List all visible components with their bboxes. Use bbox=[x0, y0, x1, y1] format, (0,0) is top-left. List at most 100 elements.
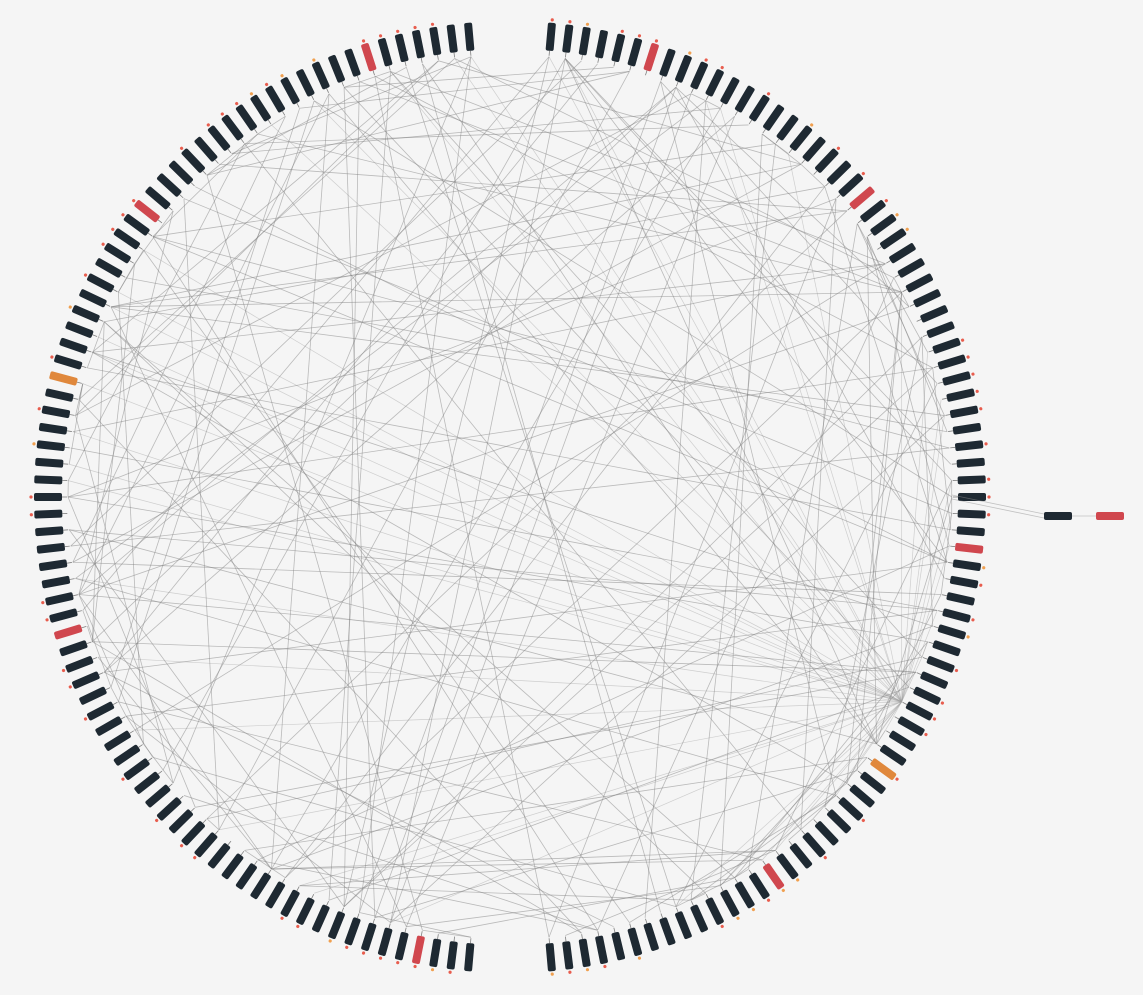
graph-node[interactable] bbox=[610, 29, 627, 67]
graph-node[interactable] bbox=[310, 57, 333, 95]
graph-node[interactable] bbox=[45, 388, 79, 403]
graph-node[interactable] bbox=[953, 475, 991, 484]
graph-node[interactable] bbox=[927, 336, 965, 356]
graph-node[interactable] bbox=[44, 607, 82, 624]
graph-node[interactable] bbox=[59, 638, 93, 656]
graph-node[interactable] bbox=[446, 936, 459, 974]
graph-node[interactable] bbox=[296, 68, 318, 101]
graph-node[interactable] bbox=[411, 930, 426, 968]
graph-node[interactable] bbox=[36, 542, 70, 554]
graph-node[interactable] bbox=[376, 33, 394, 71]
graph-node[interactable] bbox=[657, 912, 676, 946]
graph-node[interactable] bbox=[393, 927, 410, 965]
graph-node[interactable] bbox=[594, 30, 608, 64]
graph-node[interactable] bbox=[893, 257, 926, 280]
graph-node[interactable] bbox=[393, 29, 410, 67]
graph-node[interactable] bbox=[717, 76, 740, 109]
graph-node[interactable] bbox=[673, 906, 693, 940]
graph-node[interactable] bbox=[37, 405, 75, 420]
graph-node[interactable] bbox=[35, 526, 69, 536]
graph-node[interactable] bbox=[927, 638, 961, 656]
graph-node[interactable] bbox=[67, 669, 105, 691]
graph-node[interactable] bbox=[41, 575, 75, 589]
graph-node[interactable] bbox=[945, 405, 983, 420]
graph-node[interactable] bbox=[79, 684, 112, 705]
graph-node[interactable] bbox=[61, 654, 99, 675]
graph-node[interactable] bbox=[359, 918, 378, 956]
graph-node[interactable] bbox=[901, 273, 934, 295]
graph-node[interactable] bbox=[951, 526, 985, 536]
graph-node[interactable] bbox=[948, 423, 982, 436]
graph-node[interactable] bbox=[67, 303, 105, 325]
graph-node[interactable] bbox=[545, 938, 556, 976]
graph-node[interactable] bbox=[344, 48, 363, 82]
graph-node[interactable] bbox=[921, 321, 955, 340]
graph-node[interactable] bbox=[673, 50, 695, 88]
graph-node[interactable] bbox=[951, 458, 985, 468]
graph-node[interactable] bbox=[39, 423, 73, 436]
graph-node[interactable] bbox=[311, 900, 332, 933]
graph-node[interactable] bbox=[95, 257, 128, 280]
graph-node[interactable] bbox=[578, 22, 592, 60]
graph-node[interactable] bbox=[49, 353, 87, 372]
graph-node[interactable] bbox=[657, 48, 676, 82]
graph-node[interactable] bbox=[915, 305, 948, 325]
graph-node[interactable] bbox=[30, 509, 68, 518]
graph-node[interactable] bbox=[953, 509, 991, 518]
graph-node[interactable] bbox=[34, 475, 67, 484]
graph-node[interactable] bbox=[937, 370, 975, 387]
outlier-node-a[interactable] bbox=[1044, 512, 1072, 520]
graph-node[interactable] bbox=[561, 20, 574, 58]
graph-node[interactable] bbox=[326, 906, 348, 944]
graph-node[interactable] bbox=[59, 337, 93, 355]
graph-node[interactable] bbox=[941, 591, 975, 606]
graph-node[interactable] bbox=[945, 575, 983, 590]
graph-node[interactable] bbox=[464, 23, 475, 57]
graph-node[interactable] bbox=[411, 25, 426, 63]
graph-node[interactable] bbox=[29, 493, 67, 501]
graph-node[interactable] bbox=[626, 33, 644, 71]
graph-node[interactable] bbox=[464, 938, 475, 972]
graph-node[interactable] bbox=[79, 289, 112, 310]
node-pill bbox=[95, 716, 123, 737]
graph-node[interactable] bbox=[32, 440, 70, 452]
graph-node[interactable] bbox=[950, 440, 988, 452]
graph-node[interactable] bbox=[54, 623, 88, 640]
graph-node[interactable] bbox=[95, 713, 128, 736]
graph-node[interactable] bbox=[921, 654, 959, 675]
graph-node[interactable] bbox=[688, 57, 711, 95]
graph-node[interactable] bbox=[950, 542, 984, 554]
graph-node[interactable] bbox=[610, 927, 626, 961]
graph-node[interactable] bbox=[40, 591, 78, 607]
graph-node[interactable] bbox=[328, 54, 348, 88]
node-pill bbox=[690, 61, 709, 90]
graph-node[interactable] bbox=[359, 38, 378, 76]
graph-node[interactable] bbox=[941, 387, 979, 403]
graph-node[interactable] bbox=[948, 558, 986, 571]
graph-node[interactable] bbox=[342, 912, 362, 950]
graph-node[interactable] bbox=[594, 930, 609, 968]
graph-node[interactable] bbox=[376, 922, 394, 960]
graph-node[interactable] bbox=[626, 922, 644, 960]
graph-node[interactable] bbox=[642, 918, 660, 952]
graph-node[interactable] bbox=[688, 900, 709, 933]
graph-node[interactable] bbox=[578, 934, 592, 972]
graph-node[interactable] bbox=[908, 289, 941, 310]
graph-node[interactable] bbox=[65, 321, 99, 340]
graph-node[interactable] bbox=[49, 371, 83, 387]
graph-node[interactable] bbox=[428, 22, 442, 60]
graph-node[interactable] bbox=[35, 458, 69, 468]
graph-node[interactable] bbox=[545, 18, 556, 56]
graph-node[interactable] bbox=[428, 934, 442, 972]
outlier-node-b[interactable] bbox=[1096, 512, 1124, 520]
graph-node[interactable] bbox=[915, 669, 948, 689]
graph-node[interactable] bbox=[39, 558, 73, 571]
graph-node[interactable] bbox=[642, 38, 661, 76]
graph-node[interactable] bbox=[953, 493, 991, 501]
graph-node[interactable] bbox=[933, 623, 971, 642]
graph-node[interactable] bbox=[561, 936, 574, 974]
node-handle bbox=[789, 841, 792, 845]
graph-node[interactable] bbox=[933, 353, 971, 372]
graph-node[interactable] bbox=[937, 607, 975, 624]
graph-node[interactable] bbox=[446, 24, 458, 58]
